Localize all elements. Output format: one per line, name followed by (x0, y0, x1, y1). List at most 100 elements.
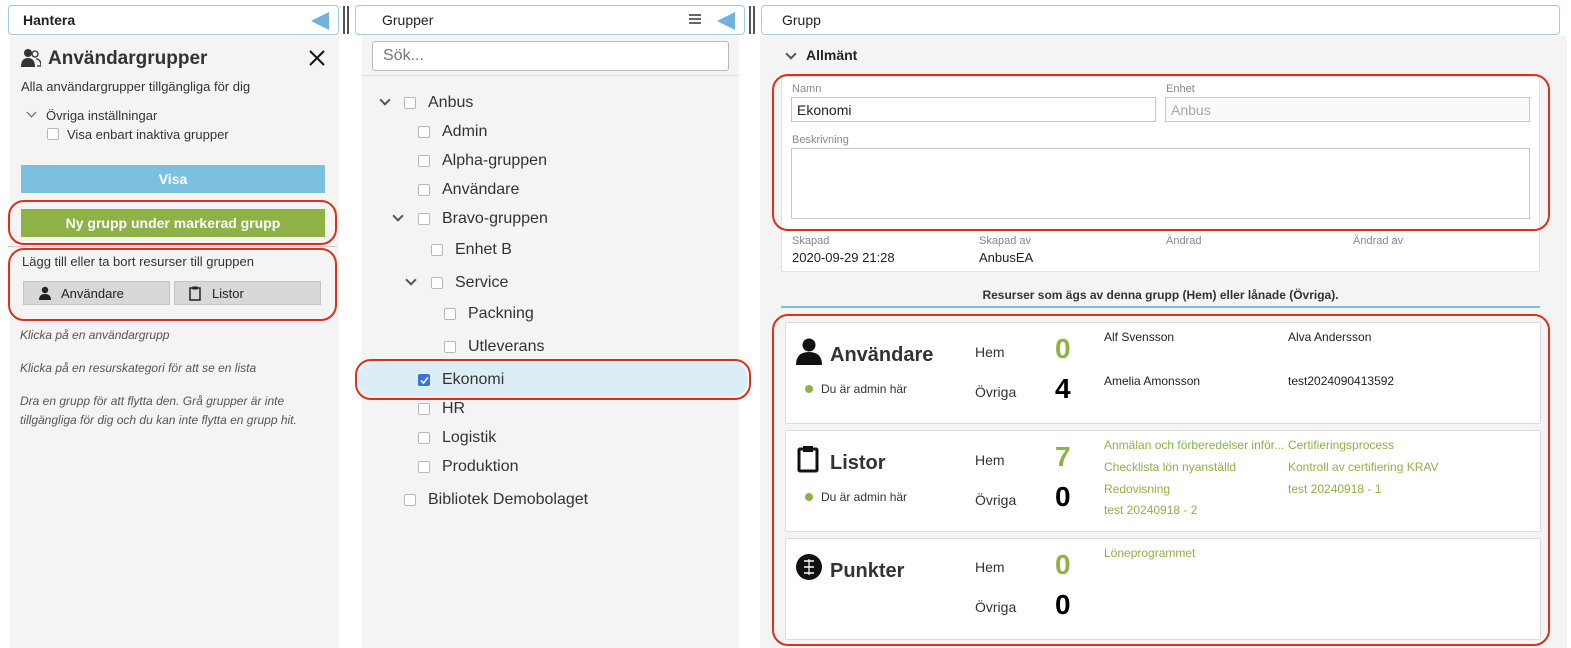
tree-item-label: Bravo-gruppen (442, 210, 548, 227)
lists-card-title: Listor (830, 452, 886, 474)
resource-item[interactable]: Checklista lön nyanställd (1104, 460, 1236, 474)
tree-checkbox[interactable] (444, 308, 456, 320)
points-card-title: Punkter (830, 560, 905, 582)
middle-panel-header: Grupper (355, 5, 745, 35)
tree-item[interactable]: Användare (418, 181, 519, 199)
lists-home-count: 7 (1055, 441, 1071, 472)
description-label: Beskrivning (792, 134, 849, 146)
resource-item[interactable]: Redovisning (1104, 482, 1170, 496)
menu-icon[interactable] (689, 14, 701, 24)
other-settings-toggle[interactable]: Övriga inställningar (46, 108, 157, 123)
search-input[interactable] (372, 41, 729, 71)
description-field[interactable] (791, 148, 1530, 219)
other-label: Övriga (975, 384, 1017, 400)
page-subtitle: Alla användargrupper tillgängliga för di… (21, 79, 251, 94)
user-icon (39, 286, 51, 300)
page-title: Användargrupper (48, 48, 208, 69)
resource-item[interactable]: Certifieringsprocess (1288, 438, 1394, 452)
changed-by-label: Ändrad av (1353, 235, 1404, 247)
left-panel-title: Hantera (23, 12, 76, 28)
tree-item[interactable]: HR (418, 400, 465, 418)
tree-checkbox[interactable] (404, 494, 416, 506)
tree-checkbox[interactable] (431, 244, 443, 256)
tree-item[interactable]: Bravo-gruppen (418, 210, 548, 228)
tree-item[interactable]: Anbus (404, 94, 473, 112)
hint-click-category: Klicka på en resurskategori för att se e… (20, 361, 257, 375)
admin-note: Du är admin här (805, 490, 907, 504)
section-title-general[interactable]: Allmänt (806, 47, 857, 63)
resource-item[interactable]: Alf Svensson (1104, 330, 1174, 344)
tree-item-label: Admin (442, 123, 488, 140)
tree-item-label: Användare (442, 181, 520, 198)
tree-item[interactable]: Logistik (418, 429, 496, 447)
tree-checkbox-checked[interactable] (418, 374, 430, 386)
clipboard-icon (189, 286, 201, 301)
middle-panel-title: Grupper (382, 12, 434, 28)
tree-item-label: Bibliotek Demobolaget (428, 491, 589, 508)
tree-item[interactable]: Produktion (418, 458, 519, 476)
splitter-left[interactable] (343, 6, 349, 34)
clipboard-icon (797, 445, 819, 478)
unit-field: Anbus (1165, 97, 1530, 122)
resource-item[interactable]: Löneprogrammet (1104, 546, 1195, 560)
points-other-count: 0 (1055, 589, 1071, 620)
resource-item[interactable]: test2024090413592 (1288, 374, 1394, 388)
resource-item[interactable]: test 20240918 - 2 (1104, 503, 1197, 517)
tree-item[interactable]: Enhet B (431, 241, 512, 259)
tree-checkbox[interactable] (404, 97, 416, 109)
admin-note: Du är admin här (805, 382, 907, 396)
tree-checkbox[interactable] (418, 432, 430, 444)
created-value: 2020-09-29 21:28 (792, 250, 895, 265)
hint-click-group: Klicka på en användargrupp (20, 328, 170, 342)
tree-checkbox[interactable] (418, 126, 430, 138)
changed-label: Ändrad (1166, 235, 1202, 247)
divider (781, 306, 1540, 308)
lists-button-label: Listor (212, 285, 244, 301)
tree-checkbox[interactable] (418, 184, 430, 196)
tree-checkbox[interactable] (418, 403, 430, 415)
tree-item[interactable]: Packning (444, 305, 534, 323)
lists-button[interactable]: Listor (174, 281, 321, 305)
tree-checkbox[interactable] (418, 213, 430, 225)
points-icon (795, 553, 823, 586)
lists-other-count: 0 (1055, 481, 1071, 512)
resource-item[interactable]: test 20240918 - 1 (1288, 482, 1381, 496)
tree-checkbox[interactable] (418, 155, 430, 167)
created-by-label: Skapad av (979, 235, 1031, 247)
tree-item-label: Ekonomi (442, 371, 505, 388)
tree-item[interactable]: Admin (418, 123, 487, 141)
tree-item[interactable]: Bibliotek Demobolaget (404, 491, 588, 509)
collapse-left-icon[interactable] (311, 12, 329, 30)
tree-item[interactable]: Service (431, 274, 508, 292)
divider (8, 246, 337, 247)
home-label: Hem (975, 344, 1005, 360)
resource-item[interactable]: Kontroll av certifiering KRAV (1288, 460, 1439, 474)
tree-checkbox[interactable] (431, 277, 443, 289)
tree-item[interactable]: Utleverans (444, 338, 544, 356)
new-group-button[interactable]: Ny grupp under markerad grupp (21, 209, 325, 237)
users-button[interactable]: Användare (23, 281, 170, 305)
splitter-right[interactable] (749, 6, 755, 34)
resource-item[interactable]: Amelia Amonsson (1104, 374, 1200, 388)
tree-checkbox[interactable] (444, 341, 456, 353)
tree-item-label: Service (455, 274, 509, 291)
home-label: Hem (975, 452, 1005, 468)
tree-item-label: Logistik (442, 429, 497, 446)
tree-checkbox[interactable] (418, 461, 430, 473)
name-field[interactable]: Ekonomi (791, 97, 1156, 122)
close-icon[interactable] (308, 49, 326, 67)
show-button[interactable]: Visa (21, 165, 325, 193)
inactive-groups-checkbox[interactable] (47, 128, 59, 140)
tree-item-label: Packning (468, 305, 534, 322)
collapse-middle-icon[interactable] (717, 12, 735, 30)
tree-item-selected[interactable]: Ekonomi (418, 371, 504, 389)
resource-item[interactable]: Alva Andersson (1288, 330, 1371, 344)
divider (362, 75, 739, 76)
resource-item[interactable]: Anmälan och förberedelser inför... (1104, 438, 1284, 452)
other-label: Övriga (975, 599, 1017, 615)
created-by-value: AnbusEA (979, 250, 1034, 265)
tree-item[interactable]: Alpha-gruppen (418, 152, 547, 170)
status-dot (805, 493, 813, 501)
users-other-count: 4 (1055, 373, 1071, 404)
hint-drag-group: Dra en grupp för att flytta den. Grå gru… (20, 394, 297, 427)
